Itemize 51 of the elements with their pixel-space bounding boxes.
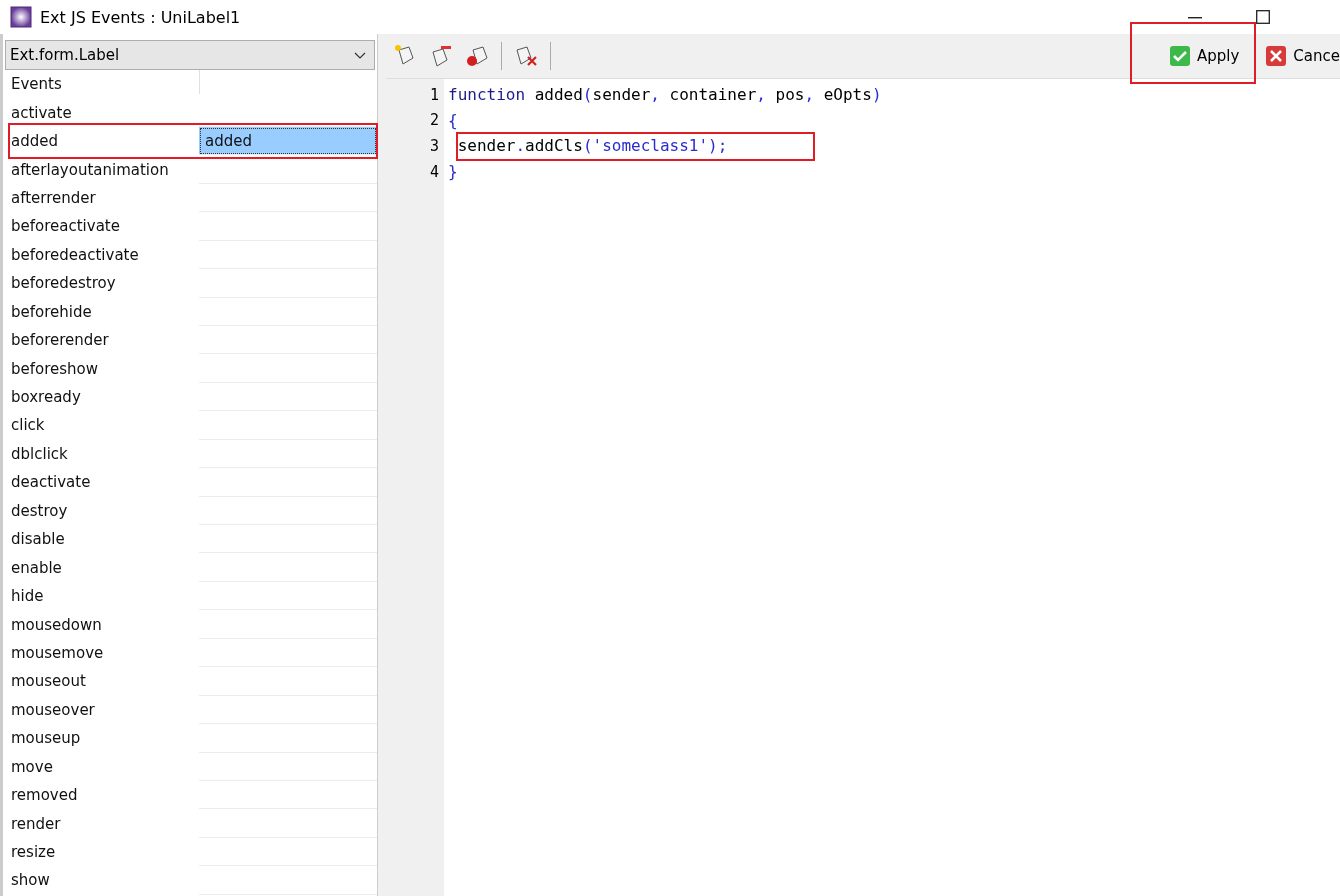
event-name[interactable]: dblclick bbox=[3, 439, 199, 469]
event-name[interactable]: resize bbox=[3, 837, 199, 867]
minimize-icon[interactable] bbox=[1188, 17, 1202, 19]
event-name[interactable]: deactivate bbox=[3, 468, 199, 497]
line-number: 3 bbox=[428, 136, 440, 157]
event-name[interactable]: beforedeactivate bbox=[3, 240, 199, 270]
event-name[interactable]: destroy bbox=[3, 496, 199, 525]
app-icon bbox=[10, 6, 32, 28]
close-icon bbox=[1265, 45, 1288, 67]
event-name[interactable]: move bbox=[3, 752, 199, 781]
event-name[interactable]: beforeactivate bbox=[3, 212, 199, 241]
line-number: 1 bbox=[428, 84, 440, 106]
event-name[interactable]: disable bbox=[3, 525, 199, 554]
event-name[interactable]: removed bbox=[3, 780, 199, 810]
cancel-button[interactable]: Cance bbox=[1265, 41, 1340, 71]
class-dropdown[interactable]: Ext.form.Label bbox=[5, 40, 375, 70]
event-name[interactable]: mouseup bbox=[3, 724, 199, 753]
clear-document-icon[interactable] bbox=[514, 44, 538, 68]
handler-cell[interactable]: added bbox=[199, 126, 377, 156]
line-number: 2 bbox=[428, 110, 440, 132]
event-name[interactable]: afterlayoutanimation bbox=[3, 155, 199, 184]
event-name[interactable]: beforedestroy bbox=[3, 269, 199, 298]
breakpoint-document-icon[interactable] bbox=[465, 44, 489, 68]
code-line: sender.addCls('someclass1'); bbox=[456, 136, 728, 156]
event-name[interactable]: click bbox=[3, 411, 199, 440]
event-name[interactable]: boxready bbox=[3, 382, 199, 412]
apply-button[interactable]: Apply bbox=[1169, 41, 1240, 71]
event-name[interactable]: mouseout bbox=[3, 667, 199, 696]
event-name[interactable]: mousedown bbox=[3, 610, 199, 639]
event-name[interactable]: beforerender bbox=[3, 325, 199, 355]
line-number: 4 bbox=[428, 161, 440, 183]
checkmark-icon bbox=[1169, 45, 1191, 67]
chevron-down-icon bbox=[354, 51, 366, 59]
maximize-icon[interactable] bbox=[1256, 10, 1270, 24]
code-line: } bbox=[448, 162, 458, 182]
remove-document-icon[interactable] bbox=[429, 44, 453, 68]
event-name[interactable]: beforeshow bbox=[3, 354, 199, 383]
event-name[interactable]: afterrender bbox=[3, 183, 199, 213]
code-line: { bbox=[448, 110, 458, 130]
event-name[interactable]: show bbox=[3, 866, 199, 895]
code-line: function added(sender, container, pos, eOpts) bbox=[448, 85, 882, 105]
event-name[interactable]: mousemove bbox=[3, 638, 199, 668]
window-title: Ext JS Events : UniLabel1 bbox=[40, 7, 241, 27]
event-name[interactable]: beforehide bbox=[3, 297, 199, 326]
event-name[interactable]: hide bbox=[3, 581, 199, 611]
event-name[interactable]: added bbox=[3, 126, 199, 156]
event-name[interactable]: mouseover bbox=[3, 695, 199, 725]
event-name[interactable]: render bbox=[3, 809, 199, 838]
event-name[interactable]: enable bbox=[3, 553, 199, 582]
event-name[interactable]: activate bbox=[3, 98, 199, 127]
column-header: Events bbox=[10, 74, 63, 96]
